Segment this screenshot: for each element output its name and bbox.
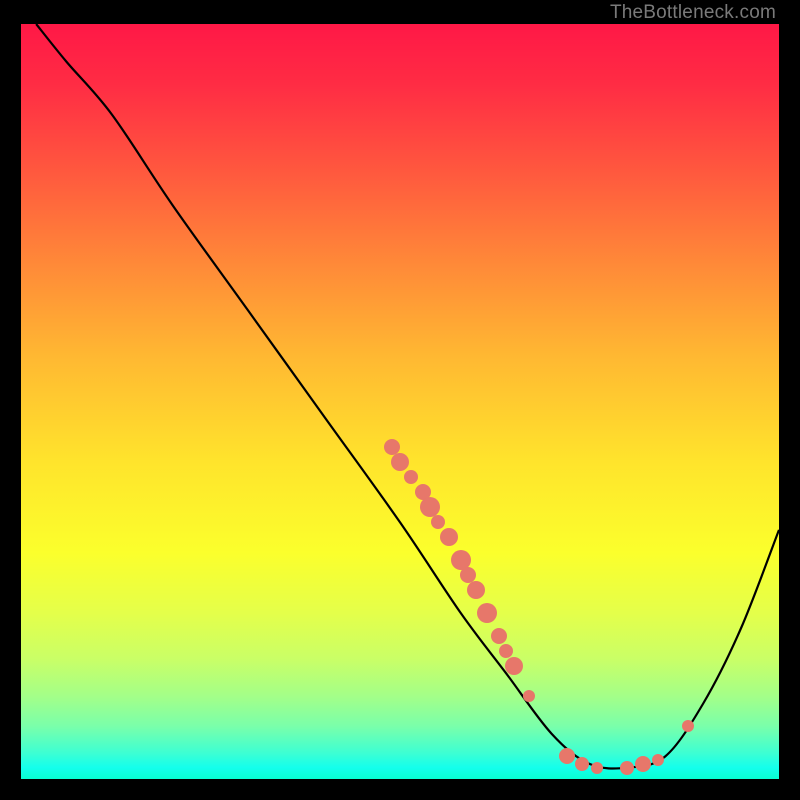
chart-frame bbox=[0, 0, 800, 800]
watermark-text: TheBottleneck.com bbox=[610, 2, 776, 24]
